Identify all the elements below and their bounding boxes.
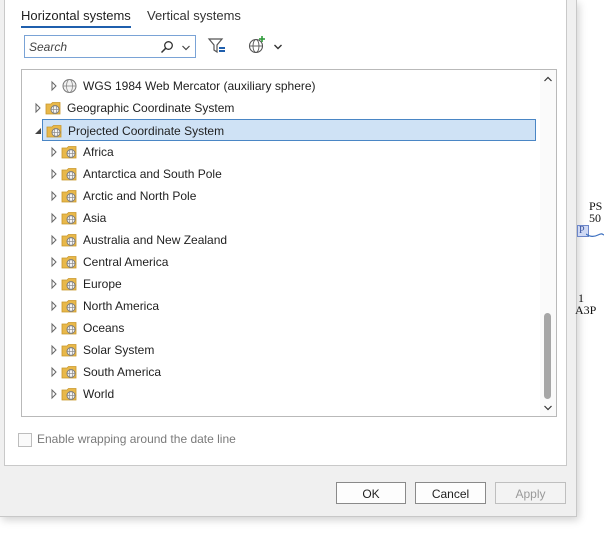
expand-arrow-icon[interactable] xyxy=(48,295,60,317)
map-label-a3p: A3P xyxy=(575,303,597,317)
tree-item[interactable]: WGS 1984 Web Mercator (auxiliary sphere) xyxy=(22,75,538,97)
expand-arrow-icon[interactable] xyxy=(48,163,60,185)
tree-item-label: Africa xyxy=(83,145,114,159)
expand-arrow-icon[interactable] xyxy=(48,361,60,383)
tab-horizontal-systems[interactable]: Horizontal systems xyxy=(21,6,131,28)
folder-globe-icon xyxy=(61,210,78,226)
wrap-dateline-label: Enable wrapping around the date line xyxy=(37,432,236,446)
tree-item[interactable]: Antarctica and South Pole xyxy=(22,163,538,185)
folder-globe-icon xyxy=(61,320,78,336)
expand-arrow-icon[interactable] xyxy=(48,273,60,295)
tree-item-label: Europe xyxy=(83,277,122,291)
tree-item[interactable]: Geographic Coordinate System xyxy=(22,97,538,119)
cancel-button[interactable]: Cancel xyxy=(415,482,486,504)
globe-icon xyxy=(61,78,78,94)
tree-item-label: World xyxy=(83,387,115,401)
tree-item-label: Solar System xyxy=(83,343,155,357)
tree-item[interactable]: South America xyxy=(22,361,538,383)
expand-arrow-icon[interactable] xyxy=(32,97,44,119)
folder-globe-icon xyxy=(61,188,78,204)
ok-button[interactable]: OK xyxy=(336,482,406,504)
tree-item[interactable]: Oceans xyxy=(22,317,538,339)
search-box xyxy=(24,35,196,58)
tree-item-label: WGS 1984 Web Mercator (auxiliary sphere) xyxy=(83,79,316,93)
expand-arrow-icon[interactable] xyxy=(48,251,60,273)
tree-item-label: Arctic and North Pole xyxy=(83,189,197,203)
expand-arrow-icon[interactable] xyxy=(48,185,60,207)
coordinate-system-dialog: Horizontal systems Vertical systems Sear… xyxy=(0,0,577,517)
tree-item[interactable]: Africa xyxy=(22,141,538,163)
tree-item[interactable]: Europe xyxy=(22,273,538,295)
expand-arrow-icon[interactable] xyxy=(48,383,60,405)
coordinate-system-tree: WGS 1984 Web Mercator (auxiliary sphere)… xyxy=(21,69,557,417)
wrap-dateline-checkbox[interactable] xyxy=(18,433,32,447)
folder-globe-icon xyxy=(61,232,78,248)
tree-item-label: Central America xyxy=(83,255,169,269)
expand-arrow-icon[interactable] xyxy=(48,317,60,339)
coordinate-system-panel: Horizontal systems Vertical systems Sear… xyxy=(4,0,567,466)
expand-arrow-icon[interactable] xyxy=(48,141,60,163)
folder-globe-icon xyxy=(61,166,78,182)
apply-button[interactable]: Apply xyxy=(495,482,566,504)
scroll-up-icon[interactable] xyxy=(543,73,553,83)
filter-icon[interactable] xyxy=(207,37,227,55)
tree-item[interactable]: World xyxy=(22,383,538,405)
tree-item[interactable]: Asia xyxy=(22,207,538,229)
tree-item-label: Geographic Coordinate System xyxy=(67,101,235,115)
search-icon[interactable] xyxy=(160,40,174,54)
folder-globe-icon xyxy=(61,364,78,380)
tree-scrollbar[interactable] xyxy=(540,70,556,416)
tree-item-label: Australia and New Zealand xyxy=(83,233,228,247)
expand-arrow-icon[interactable] xyxy=(48,229,60,251)
chevron-down-icon[interactable] xyxy=(181,42,191,52)
folder-globe-icon xyxy=(61,298,78,314)
tree-item[interactable]: Arctic and North Pole xyxy=(22,185,538,207)
folder-globe-icon xyxy=(61,386,78,402)
expand-arrow-icon[interactable] xyxy=(48,339,60,361)
tree-item[interactable]: Central America xyxy=(22,251,538,273)
expand-arrow-icon[interactable] xyxy=(48,75,60,97)
folder-globe-icon xyxy=(61,254,78,270)
folder-globe-icon xyxy=(61,276,78,292)
folder-globe-icon xyxy=(46,123,63,139)
tree-item-label: Antarctica and South Pole xyxy=(83,167,222,181)
tree-item-label: North America xyxy=(83,299,160,313)
tree-item-label: Projected Coordinate System xyxy=(68,124,225,138)
scroll-down-icon[interactable] xyxy=(543,402,553,412)
folder-globe-icon xyxy=(61,144,78,160)
collapse-arrow-icon[interactable] xyxy=(33,120,45,142)
chevron-down-icon[interactable] xyxy=(273,41,283,51)
tree-item[interactable]: Solar System xyxy=(22,339,538,361)
tree-item-label: Asia xyxy=(83,211,107,225)
map-marker-label: P xyxy=(579,225,585,236)
tree-item-selected[interactable]: Projected Coordinate System xyxy=(35,119,536,141)
folder-globe-icon xyxy=(61,342,78,358)
folder-globe-icon xyxy=(45,100,62,116)
map-line xyxy=(586,233,604,237)
map-label-50: 50 xyxy=(589,211,601,225)
scroll-thumb[interactable] xyxy=(544,313,551,399)
tab-vertical-systems[interactable]: Vertical systems xyxy=(147,6,241,26)
expand-arrow-icon[interactable] xyxy=(48,207,60,229)
add-globe-icon[interactable] xyxy=(247,35,269,55)
tree-item[interactable]: Australia and New Zealand xyxy=(22,229,538,251)
tree-item[interactable]: North America xyxy=(22,295,538,317)
tree-item-label: South America xyxy=(83,365,162,379)
tree-item-label: Oceans xyxy=(83,321,125,335)
search-input[interactable] xyxy=(29,38,149,55)
